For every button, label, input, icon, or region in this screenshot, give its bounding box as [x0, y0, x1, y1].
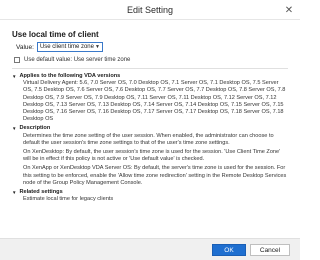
collapse-triangle-icon: ▼ [12, 190, 17, 196]
applies-section-header[interactable]: ▼ Applies to the following VDA versions [12, 73, 288, 80]
value-dropdown-text: Use client time zone [39, 44, 94, 50]
applies-heading: Applies to the following VDA versions [19, 73, 121, 79]
applies-text: Virtual Delivery Agent: 5.6, 7.0 Server … [23, 80, 286, 123]
cancel-button[interactable]: Cancel [250, 244, 290, 256]
description-paragraph: On XenDesktop: By default, the user sess… [23, 149, 281, 163]
collapse-triangle-icon: ▼ [12, 74, 17, 79]
default-value-row: Use default value: Use server time zone [14, 57, 130, 63]
related-text: Estimate local time for legacy clients [23, 196, 114, 203]
related-section-header[interactable]: ▼ Related settings [12, 189, 288, 196]
description-heading: Description [19, 125, 51, 132]
details-panel: ▼ Applies to the following VDA versions … [12, 71, 288, 236]
value-label: Value: [16, 43, 34, 51]
value-dropdown[interactable]: Use client time zone ▼ [36, 42, 103, 52]
divider [12, 68, 288, 69]
description-section-header[interactable]: ▼ Description [12, 125, 288, 132]
chevron-down-icon: ▼ [95, 44, 100, 50]
title-bar: Edit Setting ✕ [0, 0, 300, 20]
default-value-label: Use default value: Use server time zone [24, 57, 131, 63]
description-paragraph: On XenApp or XenDesktop VDA Server OS: B… [23, 165, 287, 186]
value-row: Value: Use client time zone ▼ [16, 42, 103, 52]
applies-body: Virtual Delivery Agent: 5.6, 7.0 Server … [12, 80, 288, 123]
close-icon[interactable]: ✕ [282, 3, 296, 17]
related-heading: Related settings [19, 189, 63, 196]
ok-button[interactable]: OK [212, 244, 246, 256]
related-body: Estimate local time for legacy clients [12, 196, 288, 203]
setting-heading: Use local time of client [12, 30, 99, 39]
dialog-content: Use local time of client Value: Use clie… [0, 20, 300, 238]
default-value-checkbox[interactable] [14, 57, 20, 63]
collapse-triangle-icon: ▼ [12, 126, 17, 132]
description-paragraph: Determines the time zone setting of the … [23, 132, 274, 146]
window-title: Edit Setting [126, 4, 174, 15]
dialog-footer: OK Cancel [0, 238, 300, 260]
description-body: Determines the time zone setting of the … [12, 133, 288, 187]
